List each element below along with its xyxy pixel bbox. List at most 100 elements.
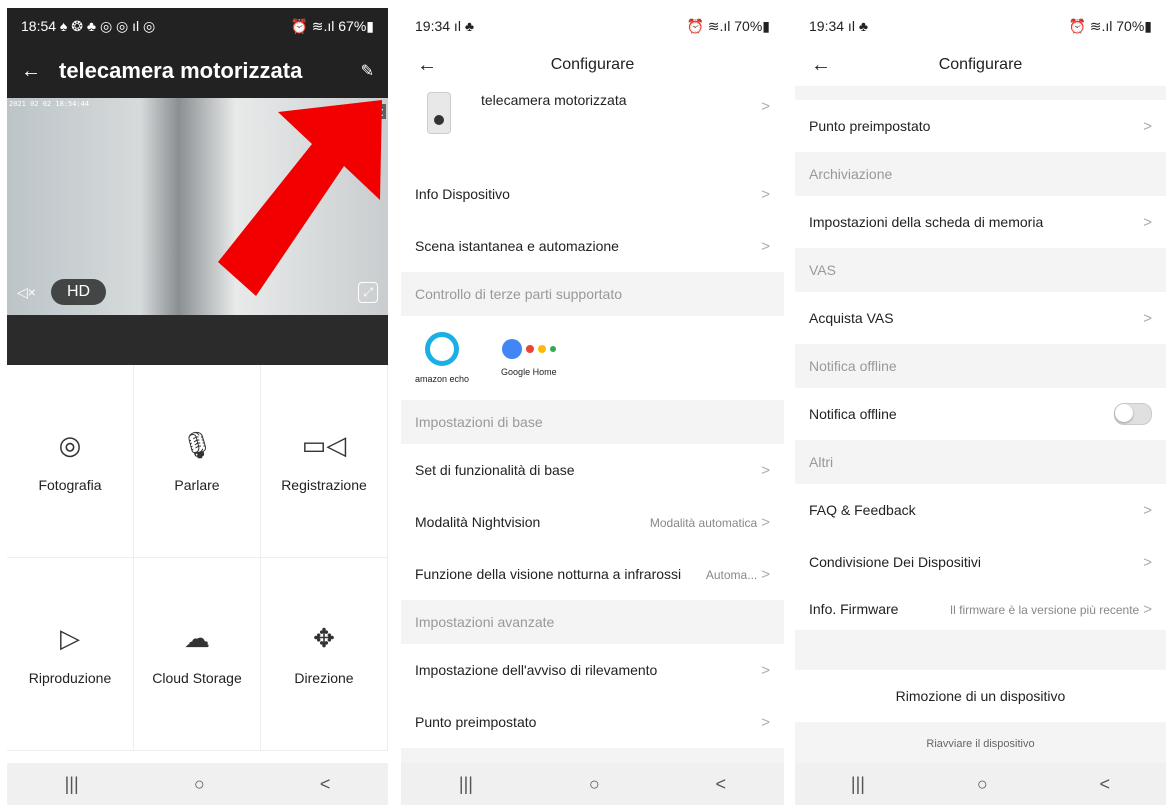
mute-icon[interactable]: ◁× bbox=[17, 284, 36, 301]
offline-notification-toggle[interactable] bbox=[1114, 403, 1152, 425]
settings-row[interactable]: Impostazione dell'avviso di rilevamento > bbox=[401, 644, 784, 696]
chevron-right-icon: > bbox=[1143, 600, 1152, 618]
recents-icon[interactable]: ||| bbox=[65, 774, 79, 795]
row-label: Punto preimpostato bbox=[415, 714, 537, 730]
settings-row: Notifica offline bbox=[795, 388, 1166, 440]
row-label: Impostazioni della scheda di memoria bbox=[809, 214, 1044, 230]
recents-icon[interactable]: ||| bbox=[459, 774, 473, 795]
header: ← Configurare bbox=[401, 44, 784, 86]
chevron-right-icon: > bbox=[1143, 213, 1152, 231]
page-title: telecamera motorizzata bbox=[59, 58, 303, 83]
settings-row[interactable]: Funzione della visione notturna a infrar… bbox=[401, 548, 784, 600]
status-icons: ⏰ ≋.ıl 70%▮ bbox=[1068, 17, 1152, 34]
row-value: Modalità automatica bbox=[649, 515, 758, 530]
system-nav-bar: ||| ○ < bbox=[795, 763, 1166, 805]
talk-button[interactable]: 🎙 Parlare bbox=[134, 365, 261, 558]
back-icon[interactable]: < bbox=[320, 774, 331, 795]
playback-button[interactable]: ▷ Riproduzione bbox=[7, 558, 134, 751]
settings-row[interactable]: Punto preimpostato > bbox=[795, 100, 1166, 152]
back-arrow-icon[interactable]: ← bbox=[21, 60, 41, 83]
system-nav-bar: ||| ○ < bbox=[401, 763, 784, 805]
status-time: 19:34 ıl ♣ bbox=[415, 18, 475, 34]
settings-row[interactable]: Punto preimpostato > bbox=[401, 696, 784, 748]
photo-button[interactable]: ◎ Fotografia bbox=[7, 365, 134, 558]
row-value: Automa... bbox=[705, 567, 758, 582]
record-button[interactable]: ▭◁ Registrazione bbox=[261, 365, 388, 558]
edit-icon[interactable]: ✎ bbox=[361, 61, 374, 81]
cloud-icon: ☁ bbox=[184, 622, 210, 653]
video-bottom-band bbox=[7, 315, 388, 365]
back-icon[interactable]: < bbox=[716, 774, 727, 795]
status-time: 18:54 ♠ ❂ ♣ ◎ ◎ ıl ◎ bbox=[21, 17, 156, 34]
alexa-icon bbox=[425, 332, 460, 366]
section-header: Notifica offline bbox=[795, 344, 1166, 388]
restart-device-button[interactable]: Riavviare il dispositivo bbox=[795, 722, 1166, 766]
hd-button[interactable]: HD bbox=[51, 279, 107, 305]
chevron-right-icon: > bbox=[761, 461, 770, 479]
settings-row[interactable]: Info. Firmware Il firmware è la versione … bbox=[795, 588, 1166, 630]
chevron-right-icon: > bbox=[761, 98, 770, 115]
restart-label: Riavviare il dispositivo bbox=[926, 738, 1035, 750]
row-label: Funzione della visione notturna a infrar… bbox=[415, 566, 682, 582]
google-home-label: Google Home bbox=[501, 367, 557, 377]
grid-label: Cloud Storage bbox=[152, 669, 242, 686]
status-bar: 19:34 ıl ♣ ⏰ ≋.ıl 70%▮ bbox=[401, 8, 784, 44]
remove-device-button[interactable]: Rimozione di un dispositivo bbox=[795, 670, 1166, 722]
mic-icon: 🎙 bbox=[180, 429, 214, 460]
settings-row[interactable]: Info Dispositivo > bbox=[401, 168, 784, 220]
home-icon[interactable]: ○ bbox=[194, 774, 205, 795]
chevron-right-icon: > bbox=[761, 237, 770, 255]
google-assistant-icon bbox=[501, 339, 556, 359]
section-header: Controllo di terze parti supportato bbox=[401, 272, 784, 316]
alexa-label: amazon echo bbox=[415, 374, 470, 384]
header: ← Configurare bbox=[795, 44, 1166, 86]
settings-row[interactable]: Condivisione Dei Dispositivi > bbox=[795, 536, 1166, 588]
back-icon[interactable]: < bbox=[1100, 774, 1111, 795]
grid-label: Direzione bbox=[294, 669, 354, 686]
back-arrow-icon[interactable]: ← bbox=[417, 54, 437, 77]
row-value: Il firmware è la versione più recente bbox=[949, 602, 1140, 617]
settings-row[interactable]: Modalità Nightvision Modalità automatica > bbox=[401, 496, 784, 548]
third-party-logos: amazon echo Google Home bbox=[401, 316, 784, 400]
control-grid: ◎ Fotografia 🎙 Parlare ▭◁ Registrazione ▷ Ri… bbox=[7, 365, 388, 751]
chevron-right-icon: > bbox=[761, 713, 770, 731]
section-header: Impostazioni avanzate bbox=[401, 600, 784, 644]
settings-row[interactable]: Acquista VAS > bbox=[795, 292, 1166, 344]
camera-device-icon bbox=[427, 92, 451, 134]
grid-label: Riproduzione bbox=[28, 669, 112, 686]
settings-row[interactable]: FAQ & Feedback > bbox=[795, 484, 1166, 536]
back-arrow-icon[interactable]: ← bbox=[811, 54, 831, 77]
chevron-right-icon: > bbox=[761, 565, 770, 583]
alexa-logo: amazon echo bbox=[415, 332, 469, 384]
move-icon: ✥ bbox=[313, 622, 335, 653]
chevron-right-icon: > bbox=[761, 513, 770, 531]
recents-icon[interactable]: ||| bbox=[851, 774, 865, 795]
direction-button[interactable]: ✥ Direzione bbox=[261, 558, 388, 751]
red-arrow-annotation bbox=[218, 100, 382, 296]
row-label: Modalità Nightvision bbox=[415, 514, 541, 530]
chevron-right-icon: > bbox=[1143, 553, 1152, 571]
section-header: Archiviazione bbox=[795, 152, 1166, 196]
device-name: telecamera motorizzata bbox=[481, 92, 627, 108]
row-label: Acquista VAS bbox=[809, 310, 894, 326]
status-bar: 19:34 ıl ♣ ⏰ ≋.ıl 70%▮ bbox=[795, 8, 1166, 44]
row-label: Notifica offline bbox=[809, 406, 897, 422]
google-home-logo: Google Home bbox=[501, 339, 557, 377]
settings-panel-2: 19:34 ıl ♣ ⏰ ≋.ıl 70%▮ ← Configurare Pun… bbox=[795, 8, 1166, 805]
cloud-storage-button[interactable]: ☁ Cloud Storage bbox=[134, 558, 261, 751]
chevron-right-icon: > bbox=[761, 661, 770, 679]
settings-panel-1: 19:34 ıl ♣ ⏰ ≋.ıl 70%▮ ← Configurare tel… bbox=[401, 8, 784, 805]
device-row[interactable]: telecamera motorizzata > bbox=[401, 86, 784, 168]
grid-label: Fotografia bbox=[38, 476, 102, 493]
chevron-right-icon: > bbox=[1143, 117, 1152, 135]
settings-row[interactable]: Scena istantanea e automazione > bbox=[401, 220, 784, 272]
settings-row[interactable]: Impostazioni della scheda di memoria > bbox=[795, 196, 1166, 248]
home-icon[interactable]: ○ bbox=[589, 774, 600, 795]
play-circle-icon: ▷ bbox=[60, 622, 80, 653]
section-header: Impostazioni di base bbox=[401, 400, 784, 444]
page-title: Configurare bbox=[938, 56, 1023, 73]
row-label: Info Dispositivo bbox=[415, 186, 510, 202]
home-icon[interactable]: ○ bbox=[977, 774, 988, 795]
settings-row[interactable]: Set di funzionalità di base > bbox=[401, 444, 784, 496]
status-icons: ⏰ ≋.ıl 67%▮ bbox=[290, 17, 374, 34]
